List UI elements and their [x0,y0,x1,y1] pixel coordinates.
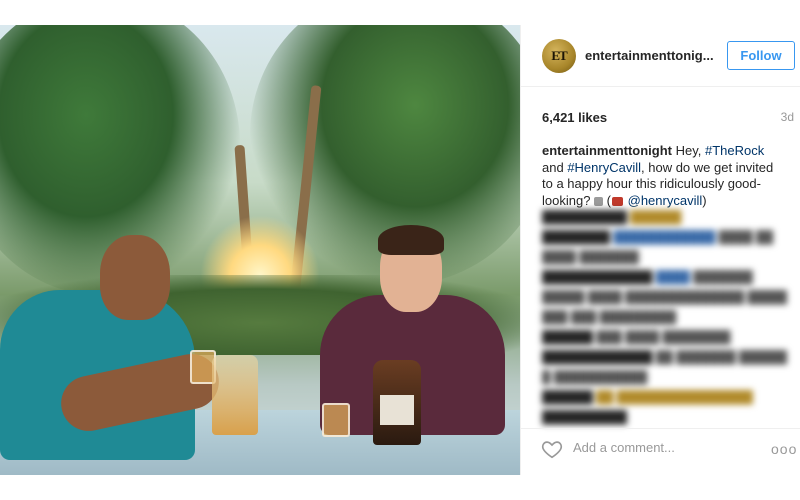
hashtag-link[interactable]: #HenryCavill [567,160,641,175]
heart-icon[interactable] [541,438,563,460]
post-age[interactable]: 3d [781,110,794,124]
person-left-head [100,235,170,320]
comment-line: █████████████ ████ ███████ [542,270,753,284]
comment-input[interactable] [573,440,733,455]
post-header: ET entertainmenttonig... Follow [521,25,800,87]
glass-right [322,403,350,437]
post-caption: entertainmenttonight Hey, #TheRock and #… [542,143,782,209]
bottle-label [380,395,414,425]
caption-text: Hey, [672,143,705,158]
post-side-panel: ET entertainmenttonig... Follow 6,421 li… [520,25,800,475]
caption-text: ( [603,192,611,208]
comment-line: ████████ ████████████ ████ ██ [542,230,774,244]
post-photo[interactable] [0,25,520,475]
comment-line: █ ███████████ [542,370,648,384]
mention-link[interactable]: @henrycavill [628,193,703,208]
comment-line: ██████ ███ ████ ████████ [542,330,731,344]
more-options-icon[interactable]: ooo [771,441,797,457]
comment-line: ███ ███ █████████ [542,310,677,324]
caption-text: and [542,159,568,175]
comment-line: █████ ████ ██████████████ █████ [542,290,787,304]
comment-line: ██████████ ██████ [542,210,682,224]
blurred-comments: ██████████ ██████ ████████ ████████████ … [542,210,787,430]
avatar-logo-text: ET [551,48,567,63]
person-right-hair [378,225,444,255]
likes-count[interactable]: 6,421 likes [542,110,607,125]
caption-text: ) [702,192,707,208]
bottle-left [212,355,258,435]
caption-username[interactable]: entertainmenttonight [542,143,672,158]
comment-line: ██████ ██ ████████████████ [542,390,753,404]
comment-line: ██████████ [542,410,628,424]
hashtag-link[interactable]: #TheRock [705,143,764,158]
username-link[interactable]: entertainmenttonig... [585,48,714,63]
comment-line: ████ ███████ [542,250,639,264]
drink-emoji-icon [594,196,604,206]
avatar[interactable]: ET [542,39,576,73]
follow-button[interactable]: Follow [727,41,795,70]
comment-line: █████████████ ██ ███████ ███████ [542,350,787,364]
camera-emoji-icon [612,196,623,206]
post-footer: ooo [521,428,800,475]
